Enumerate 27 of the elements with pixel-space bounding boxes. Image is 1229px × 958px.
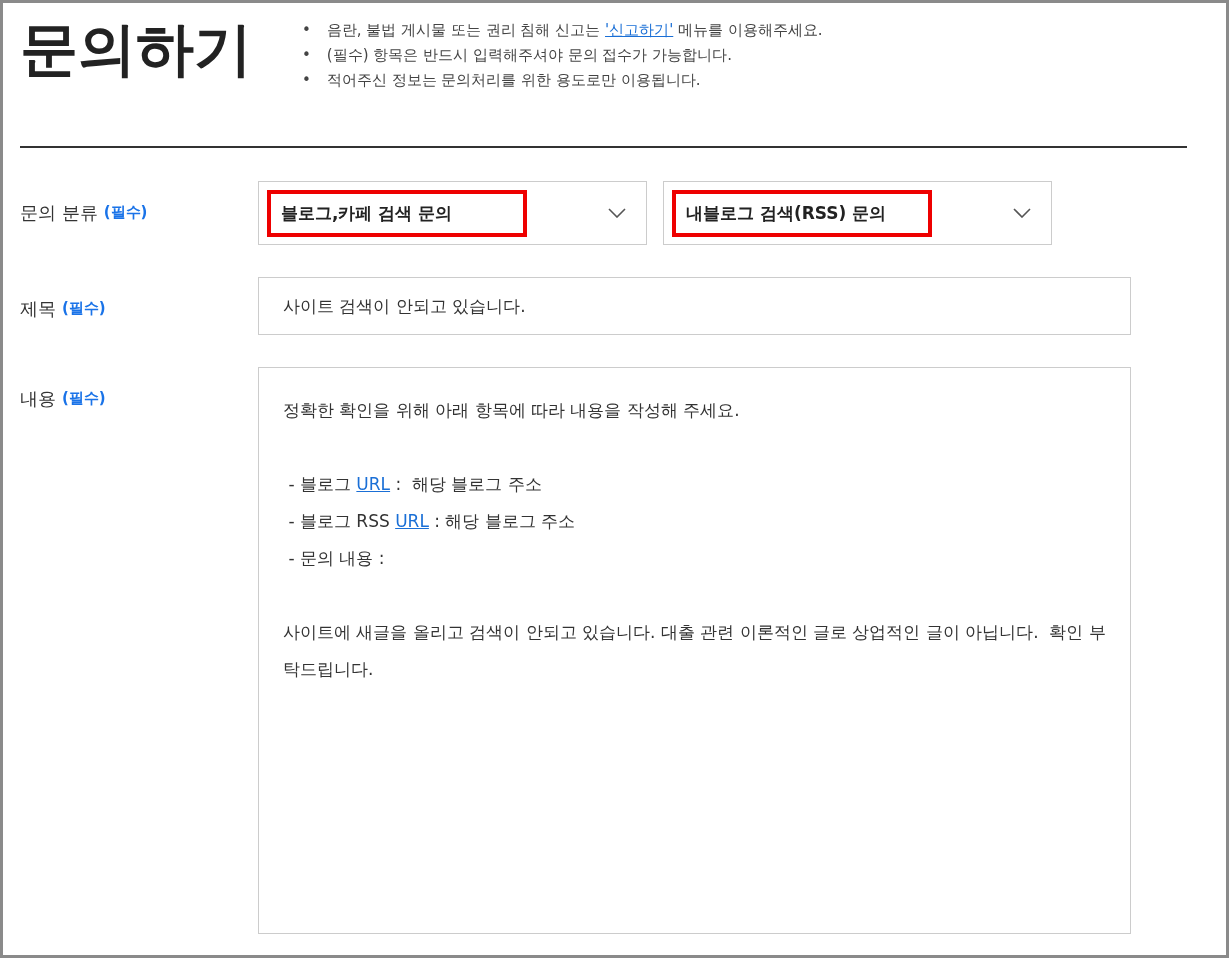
category-select[interactable]: 블로그,카페 검색 문의 bbox=[258, 181, 647, 245]
url-link[interactable]: URL bbox=[395, 511, 429, 531]
content-text: - 블로그 URL : 해당 블로그 주소 bbox=[287, 473, 543, 496]
field-label: 내용 bbox=[20, 387, 56, 411]
url-link[interactable]: URL bbox=[356, 474, 391, 494]
notice-text: 적어주신 정보는 문의처리를 위한 용도로만 이용됩니다. bbox=[326, 71, 701, 90]
category-select[interactable]: 내블로그 검색(RSS) 문의 bbox=[663, 181, 1052, 245]
subject-field[interactable]: 사이트 검색이 안되고 있습니다. bbox=[258, 277, 1131, 335]
required-mark: (필수) bbox=[62, 298, 106, 319]
chevron-down-icon bbox=[1013, 208, 1031, 218]
report-link[interactable]: '신고하기' bbox=[605, 21, 674, 39]
required-mark: (필수) bbox=[103, 202, 148, 223]
required-mark: (필수) bbox=[62, 388, 106, 409]
content-field[interactable]: 정확한 확인을 위해 아래 항목에 따라 내용을 작성해 주세요. - 블로그 URL : 해당 블로그 주소 - 블로그 RSS URL : 해당 블로그 주소 - 문의 내용 : 사이트에 새글을 올리고 검색이 안되고 있습니다. 대출 관련 이론적인 글로 상업적인 글이 아닙니다. 확인 부탁드립니다. bbox=[258, 367, 1131, 934]
content-text: 사이트에 새글을 올리고 검색이 안되고 있습니다. 대출 관련 이론적인 글로 상업적인 글이 아닙니다. 확인 부탁드립니다. bbox=[283, 621, 1106, 681]
bullet: • bbox=[302, 21, 311, 40]
bullet: • bbox=[302, 46, 311, 65]
content-text: - 블로그 RSS URL : 해당 블로그 주소 bbox=[287, 510, 577, 533]
field-label: 문의 분류 bbox=[20, 201, 98, 225]
page-title: 문의하기 bbox=[20, 14, 252, 85]
chevron-down-icon bbox=[608, 208, 626, 218]
content-text: 정확한 확인을 위해 아래 항목에 따라 내용을 작성해 주세요. bbox=[283, 399, 741, 422]
notice-text: 음란, 불법 게시물 또는 권리 침해 신고는 '신고하기' 메뉴를 이용해주세요. bbox=[326, 21, 823, 40]
bullet: • bbox=[302, 71, 311, 90]
content-text: - 문의 내용 : bbox=[287, 547, 386, 570]
notice-text: (필수) 항목은 반드시 입력해주셔야 문의 접수가 가능합니다. bbox=[326, 46, 732, 65]
field-label: 제목 bbox=[20, 297, 56, 321]
